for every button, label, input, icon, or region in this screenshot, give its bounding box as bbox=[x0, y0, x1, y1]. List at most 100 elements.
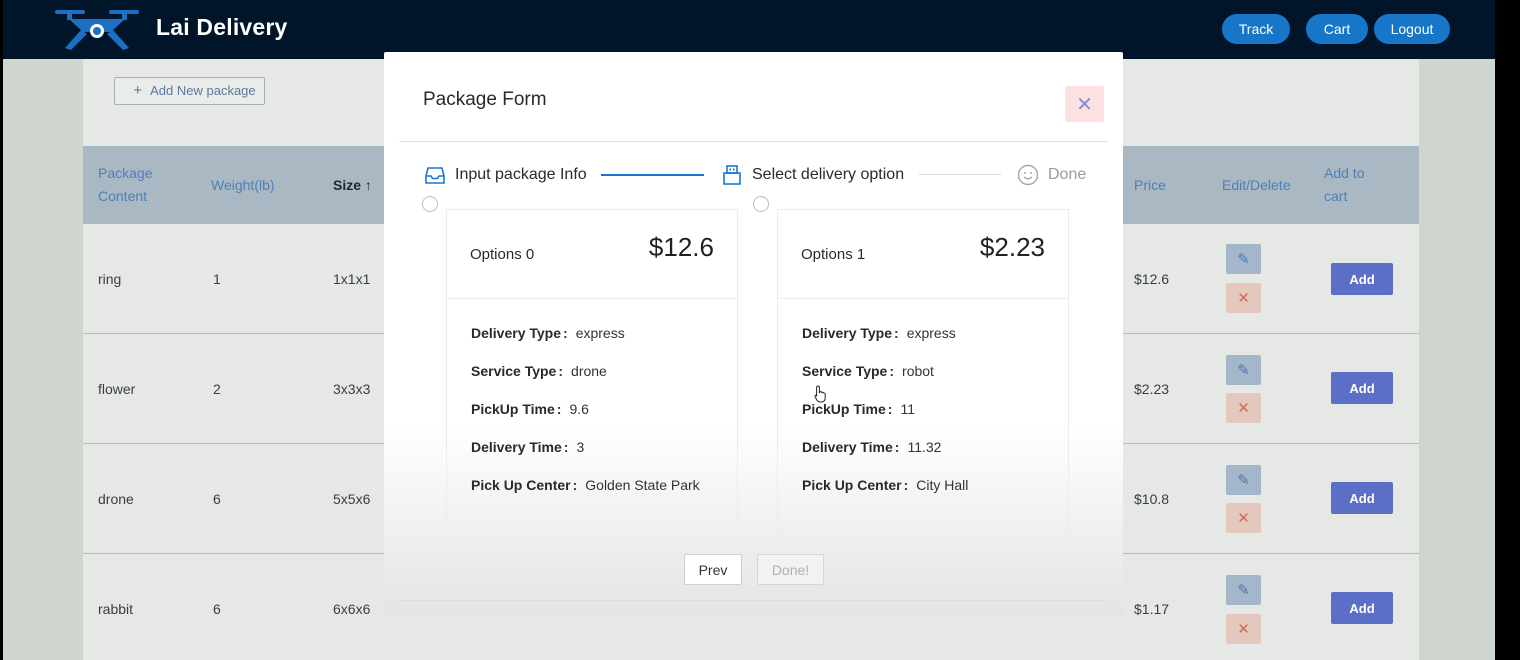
field-separator: : bbox=[903, 477, 909, 493]
option-price: $2.23 bbox=[979, 232, 1045, 262]
field-label: Delivery Type bbox=[802, 325, 893, 341]
add-new-package-button[interactable]: + Add New package bbox=[114, 77, 265, 105]
edit-button[interactable]: ✎ bbox=[1226, 575, 1261, 605]
add-to-cart-button[interactable]: Add bbox=[1331, 482, 1393, 514]
col-weight[interactable]: Weight(lb) bbox=[211, 146, 275, 224]
field-separator: : bbox=[894, 325, 899, 341]
pencil-icon: ✎ bbox=[1237, 582, 1250, 599]
close-icon: ✕ bbox=[1237, 290, 1250, 307]
step-label: Done bbox=[1048, 166, 1087, 183]
option-title: Options 1 bbox=[801, 246, 866, 263]
field-label: Delivery Time bbox=[802, 439, 893, 455]
col-package-content[interactable]: Package Content bbox=[98, 146, 178, 224]
close-icon: ✕ bbox=[1076, 93, 1093, 116]
field-label: PickUp Time bbox=[471, 401, 555, 417]
field-value: 3 bbox=[576, 439, 585, 455]
modal-title: Package Form bbox=[423, 89, 547, 110]
cart-button[interactable]: Cart bbox=[1306, 14, 1368, 44]
pickup-time-field: PickUp Time:11 bbox=[802, 401, 915, 417]
option-card-header: Options 1 $2.23 bbox=[778, 210, 1068, 299]
track-button[interactable]: Track bbox=[1222, 14, 1290, 44]
delivery-type-field: Delivery Type: express bbox=[802, 325, 956, 341]
done-button[interactable]: Done! bbox=[757, 554, 824, 585]
cell-price: $10.8 bbox=[1134, 491, 1170, 507]
smile-icon bbox=[1017, 164, 1039, 186]
delivery-time-field: Delivery Time:3 bbox=[471, 439, 584, 455]
delete-button[interactable]: ✕ bbox=[1226, 503, 1261, 533]
step-input-package-info: Input package Info bbox=[424, 161, 587, 189]
close-icon: ✕ bbox=[1237, 400, 1250, 417]
drone-logo-icon bbox=[55, 10, 139, 50]
step-done: Done bbox=[1017, 161, 1086, 189]
field-value: robot bbox=[902, 363, 934, 379]
option-title: Options 0 bbox=[470, 246, 535, 263]
field-separator: : bbox=[887, 401, 893, 417]
step-connector bbox=[919, 174, 1001, 175]
edit-button[interactable]: ✎ bbox=[1226, 465, 1261, 495]
delete-button[interactable]: ✕ bbox=[1226, 283, 1261, 313]
service-type-field: Service Type: drone bbox=[471, 363, 607, 379]
field-label: Service Type bbox=[802, 363, 888, 379]
modal-close-button[interactable]: ✕ bbox=[1065, 86, 1104, 122]
add-to-cart-button[interactable]: Add bbox=[1331, 592, 1393, 624]
cell-content: drone bbox=[98, 491, 134, 507]
service-type-field: Service Type: robot bbox=[802, 363, 934, 379]
field-value: express bbox=[906, 325, 956, 341]
option-card-header: Options 0 $12.6 bbox=[447, 210, 737, 299]
option-1-radio[interactable] bbox=[753, 196, 769, 212]
hand-cursor-icon bbox=[814, 385, 826, 403]
add-to-cart-button[interactable]: Add bbox=[1331, 263, 1393, 295]
screen-edge bbox=[1495, 0, 1520, 660]
cell-size: 1x1x1 bbox=[333, 271, 371, 287]
field-value: drone bbox=[571, 363, 607, 379]
add-new-package-label: Add New package bbox=[150, 83, 256, 98]
step-select-delivery-option: Select delivery option bbox=[721, 161, 904, 189]
field-separator: : bbox=[889, 363, 895, 379]
field-label: Pick Up Center bbox=[471, 477, 571, 493]
step-label: Select delivery option bbox=[752, 166, 905, 183]
brand-name: Lai Delivery bbox=[156, 14, 288, 40]
option-card-1[interactable]: Options 1 $2.23 Delivery Type: express Se… bbox=[777, 209, 1069, 534]
field-label: Delivery Type bbox=[471, 325, 562, 341]
cell-price: $1.17 bbox=[1134, 601, 1170, 617]
delivery-time-field: Delivery Time:11.32 bbox=[802, 439, 941, 455]
col-add-to-cart: Add to cart bbox=[1324, 165, 1365, 204]
field-separator: : bbox=[894, 439, 900, 455]
cell-content: flower bbox=[98, 381, 136, 397]
option-card-0[interactable]: Options 0 $12.6 Delivery Type: express Se… bbox=[446, 209, 738, 534]
delete-button[interactable]: ✕ bbox=[1226, 393, 1261, 423]
usb-icon bbox=[723, 165, 741, 185]
field-separator: : bbox=[572, 477, 578, 493]
delete-button[interactable]: ✕ bbox=[1226, 614, 1261, 644]
close-icon: ✕ bbox=[1237, 621, 1250, 638]
field-value: 9.6 bbox=[569, 401, 589, 417]
modal-footer-divider bbox=[399, 600, 1108, 601]
field-separator: : bbox=[563, 439, 569, 455]
pencil-icon: ✎ bbox=[1237, 472, 1250, 489]
cell-weight: 6 bbox=[213, 491, 221, 507]
edit-button[interactable]: ✎ bbox=[1226, 355, 1261, 385]
col-edit-delete: Edit/Delete bbox=[1222, 176, 1291, 193]
col-size-sort[interactable]: Size ↑ bbox=[333, 146, 372, 224]
option-0-radio[interactable] bbox=[422, 196, 438, 212]
edit-button[interactable]: ✎ bbox=[1226, 244, 1261, 274]
cell-price: $12.6 bbox=[1134, 271, 1170, 287]
delivery-type-field: Delivery Type: express bbox=[471, 325, 625, 341]
pencil-icon: ✎ bbox=[1237, 362, 1250, 379]
field-value: City Hall bbox=[916, 477, 969, 493]
field-label: Service Type bbox=[471, 363, 557, 379]
field-value: Golden State Park bbox=[585, 477, 700, 493]
field-label: Delivery Time bbox=[471, 439, 562, 455]
step-label: Input package Info bbox=[455, 166, 587, 183]
close-icon: ✕ bbox=[1237, 510, 1250, 527]
cell-content: rabbit bbox=[98, 601, 134, 617]
col-price[interactable]: Price bbox=[1134, 146, 1166, 224]
plus-icon: + bbox=[133, 82, 143, 99]
pickup-center-field: Pick Up Center: Golden State Park bbox=[471, 477, 700, 493]
cell-weight: 2 bbox=[213, 381, 221, 397]
cell-weight: 6 bbox=[213, 601, 221, 617]
add-to-cart-button[interactable]: Add bbox=[1331, 372, 1393, 404]
prev-button[interactable]: Prev bbox=[684, 554, 742, 585]
logout-button[interactable]: Logout bbox=[1374, 14, 1450, 44]
field-label: PickUp Time bbox=[802, 401, 886, 417]
